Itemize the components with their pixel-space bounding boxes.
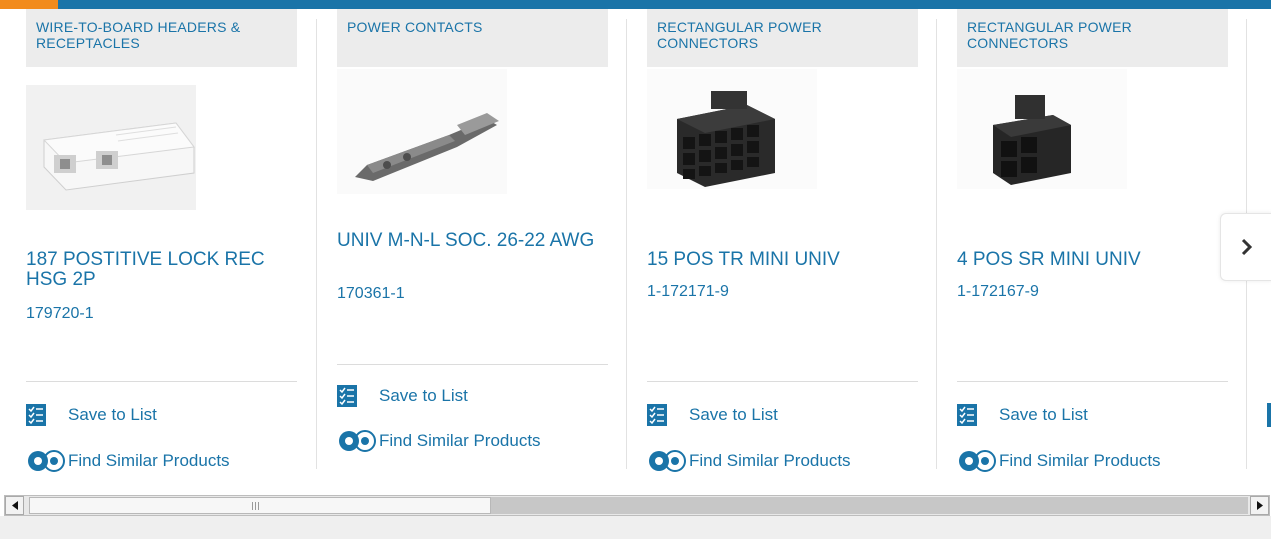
product-card: WIRE-TO-BOARD HEADERS & RECEPTACLES 187 … bbox=[26, 9, 297, 472]
product-title[interactable]: 187 POSTITIVE LOCK REC HSG 2P bbox=[26, 250, 296, 290]
product-image[interactable] bbox=[26, 85, 206, 215]
product-title[interactable]: 15 POS TR MINI UNIV bbox=[647, 250, 917, 270]
find-similar-button[interactable]: Find Similar Products bbox=[26, 449, 230, 473]
scrollbar-track[interactable] bbox=[491, 497, 1248, 514]
checklist-icon bbox=[957, 404, 977, 426]
find-similar-button[interactable]: Find Similar Products bbox=[957, 449, 1161, 473]
product-carousel: WIRE-TO-BOARD HEADERS & RECEPTACLES 187 … bbox=[0, 9, 1271, 487]
carousel-next-button[interactable] bbox=[1220, 213, 1271, 281]
arrow-right-icon bbox=[1256, 501, 1263, 510]
product-image[interactable] bbox=[647, 69, 827, 199]
card-separator bbox=[626, 19, 627, 469]
part-number[interactable]: 179720-1 bbox=[26, 305, 94, 323]
scrollbar-thumb[interactable] bbox=[29, 497, 491, 514]
partial-checklist-icon bbox=[1267, 403, 1271, 427]
save-to-list-button[interactable]: Save to List bbox=[957, 403, 1088, 427]
find-similar-label: Find Similar Products bbox=[379, 431, 541, 450]
save-to-list-label: Save to List bbox=[68, 405, 157, 424]
card-separator bbox=[316, 19, 317, 469]
checklist-icon bbox=[337, 385, 357, 407]
page-footer-strip bbox=[0, 516, 1271, 539]
find-similar-icon bbox=[649, 450, 686, 472]
scrollbar-grip bbox=[252, 502, 262, 510]
save-to-list-button[interactable]: Save to List bbox=[26, 403, 157, 427]
card-separator bbox=[936, 19, 937, 469]
save-to-list-button[interactable]: Save to List bbox=[647, 403, 778, 427]
top-accent-orange bbox=[0, 0, 58, 9]
product-category[interactable]: RECTANGULAR POWER CONNECTORS bbox=[957, 9, 1228, 67]
find-similar-icon bbox=[959, 450, 996, 472]
product-title[interactable]: 4 POS SR MINI UNIV bbox=[957, 250, 1227, 270]
find-similar-button[interactable]: Find Similar Products bbox=[337, 429, 541, 453]
scroll-left-button[interactable] bbox=[5, 496, 24, 515]
product-card: RECTANGULAR POWER CONNECTORS 4 POS SR MI… bbox=[957, 9, 1228, 472]
part-number[interactable]: 1-172167-9 bbox=[957, 283, 1039, 301]
find-similar-icon bbox=[339, 430, 376, 452]
save-to-list-label: Save to List bbox=[689, 405, 778, 424]
product-card: RECTANGULAR POWER CONNECTORS 15 POS TR M… bbox=[647, 9, 918, 472]
save-to-list-label: Save to List bbox=[379, 386, 468, 405]
save-to-list-button[interactable]: Save to List bbox=[337, 384, 468, 408]
product-card: POWER CONTACTS UNIV M-N-L SOC. 26-22 AWG… bbox=[337, 9, 608, 469]
product-title[interactable]: UNIV M-N-L SOC. 26-22 AWG bbox=[337, 231, 607, 251]
checklist-icon bbox=[26, 404, 46, 426]
checklist-icon bbox=[647, 404, 667, 426]
card-divider-rule bbox=[957, 381, 1228, 382]
find-similar-button[interactable]: Find Similar Products bbox=[647, 449, 851, 473]
find-similar-label: Find Similar Products bbox=[689, 451, 851, 470]
find-similar-icon bbox=[28, 450, 65, 472]
top-accent-bar bbox=[0, 0, 1271, 9]
product-category[interactable]: WIRE-TO-BOARD HEADERS & RECEPTACLES bbox=[26, 9, 297, 67]
product-category[interactable]: POWER CONTACTS bbox=[337, 9, 608, 67]
part-number[interactable]: 1-172171-9 bbox=[647, 283, 729, 301]
card-divider-rule bbox=[26, 381, 297, 382]
product-image[interactable] bbox=[337, 69, 517, 199]
product-image[interactable] bbox=[957, 69, 1137, 199]
find-similar-label: Find Similar Products bbox=[68, 451, 230, 470]
card-divider-rule bbox=[647, 381, 918, 382]
horizontal-scrollbar[interactable] bbox=[4, 495, 1270, 516]
card-divider-rule bbox=[337, 364, 608, 365]
product-category[interactable]: RECTANGULAR POWER CONNECTORS bbox=[647, 9, 918, 67]
part-number[interactable]: 170361-1 bbox=[337, 285, 405, 303]
find-similar-label: Find Similar Products bbox=[999, 451, 1161, 470]
chevron-right-icon bbox=[1241, 238, 1253, 256]
scroll-right-button[interactable] bbox=[1250, 496, 1269, 515]
save-to-list-label: Save to List bbox=[999, 405, 1088, 424]
arrow-left-icon bbox=[11, 501, 18, 510]
